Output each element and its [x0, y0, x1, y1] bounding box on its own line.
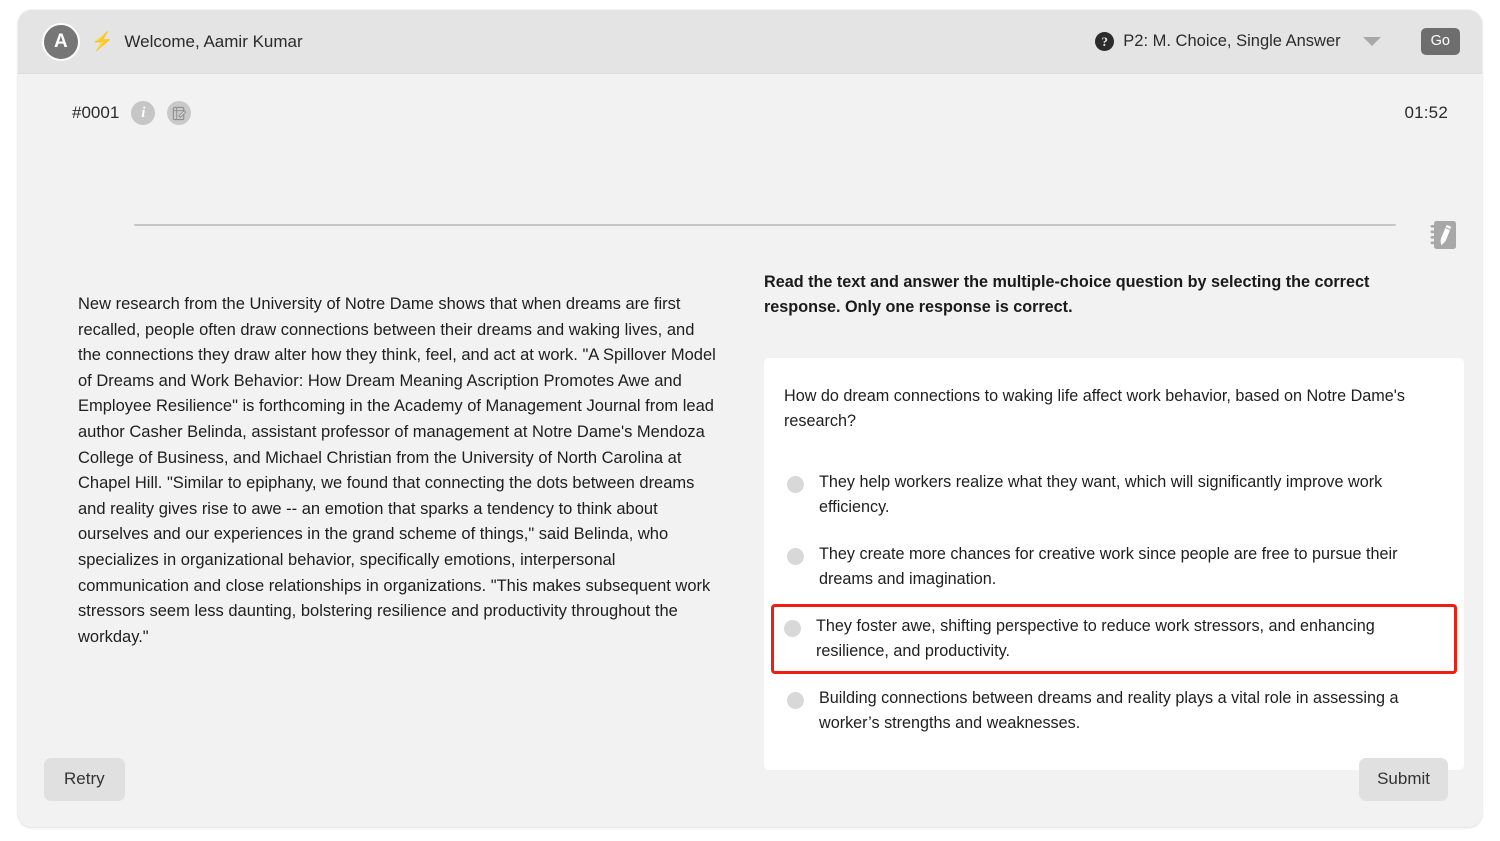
option-row[interactable]: Building connections between dreams and … [774, 676, 1438, 746]
instructions-text: Read the text and answer the multiple-ch… [764, 273, 1370, 316]
radio-icon[interactable] [787, 692, 804, 709]
header-left-group: A ⚡ Welcome, Aamir Kumar [42, 22, 303, 61]
note-edit-icon[interactable] [167, 101, 192, 125]
submit-button[interactable]: Submit [1359, 758, 1448, 801]
timer: 01:52 [1404, 103, 1448, 122]
option-row[interactable]: They help workers realize what they want… [774, 460, 1438, 530]
retry-button[interactable]: Retry [44, 758, 125, 801]
option-label: They foster awe, shifting perspective to… [816, 617, 1375, 660]
footer-actions: Retry Submit [18, 758, 1482, 801]
go-button[interactable]: Go [1420, 28, 1460, 55]
radio-icon[interactable] [787, 476, 804, 493]
question-number: #0001 [72, 103, 120, 122]
question-card: How do dream connections to waking life … [764, 358, 1464, 770]
option-label: They help workers realize what they want… [819, 473, 1383, 516]
notepad-pencil-icon[interactable] [1422, 212, 1468, 258]
question-meta-row: #0001 i 01:52 [18, 96, 1482, 130]
option-row[interactable]: They create more chances for creative wo… [774, 532, 1438, 602]
chevron-down-icon[interactable] [1362, 37, 1381, 46]
bolt-icon: ⚡ [91, 30, 114, 51]
mode-selector-label[interactable]: P2: M. Choice, Single Answer [1123, 32, 1340, 51]
app-window: A ⚡ Welcome, Aamir Kumar ? P2: M. Choice… [18, 10, 1482, 827]
avatar[interactable]: A [42, 22, 80, 61]
radio-icon[interactable] [787, 548, 804, 565]
header-right-group: ? P2: M. Choice, Single Answer Go [1095, 28, 1460, 55]
radio-icon[interactable] [784, 620, 801, 637]
info-icon[interactable]: i [131, 101, 156, 125]
passage-text: New research from the University of Notr… [78, 295, 716, 646]
option-label: Building connections between dreams and … [819, 689, 1399, 732]
passage-column: New research from the University of Notr… [78, 254, 728, 770]
app-body: #0001 i 01:52 New research from the Univ… [18, 74, 1482, 827]
app-header: A ⚡ Welcome, Aamir Kumar ? P2: M. Choice… [18, 10, 1482, 74]
content-columns: New research from the University of Notr… [18, 254, 1482, 770]
option-row-highlighted[interactable]: They foster awe, shifting perspective to… [771, 604, 1457, 674]
question-column: Read the text and answer the multiple-ch… [728, 254, 1468, 770]
header-divider [134, 224, 1396, 226]
welcome-message: Welcome, Aamir Kumar [124, 31, 303, 51]
question-stem: How do dream connections to waking life … [784, 387, 1405, 430]
option-label: They create more chances for creative wo… [819, 545, 1398, 588]
help-icon[interactable]: ? [1095, 32, 1115, 51]
